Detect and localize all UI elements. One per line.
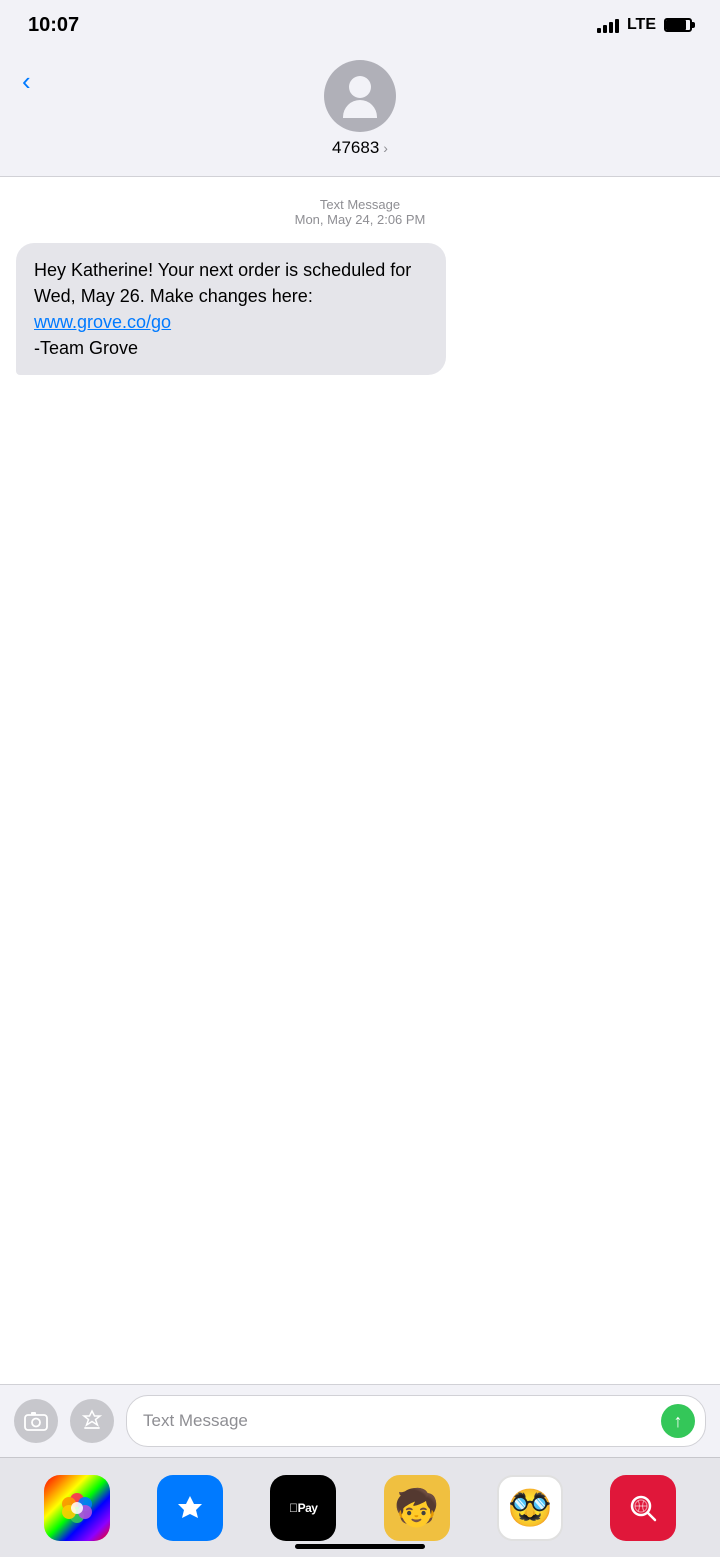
photos-icon-svg (57, 1488, 97, 1528)
send-arrow-icon: ↑ (674, 1412, 683, 1430)
camera-button[interactable] (14, 1399, 58, 1443)
dock-item-applepay[interactable]: Pay (270, 1475, 336, 1541)
send-button[interactable]: ↑ (661, 1404, 695, 1438)
bar3 (609, 22, 613, 33)
message-type-label: Text Message (16, 197, 704, 212)
dock: Pay 🧒 🥸 (0, 1457, 720, 1557)
photos-icon (44, 1475, 110, 1541)
bubble-row: Hey Katherine! Your next order is schedu… (16, 243, 704, 375)
input-toolbar: Text Message ↑ (0, 1384, 720, 1457)
home-indicator (295, 1544, 425, 1549)
bar2 (603, 25, 607, 33)
bar4 (615, 19, 619, 33)
contact-number-text: 47683 (332, 138, 379, 158)
sms-bubble: Hey Katherine! Your next order is schedu… (16, 243, 446, 375)
dock-item-appstore[interactable] (157, 1475, 223, 1541)
sms-link[interactable]: www.grove.co/go (34, 312, 171, 332)
avatar-body (343, 100, 377, 118)
dock-item-photos[interactable] (44, 1475, 110, 1541)
nav-header: ‹ 47683 › (0, 50, 720, 177)
search-icon (610, 1475, 676, 1541)
applepay-icon: Pay (270, 1475, 336, 1541)
back-button[interactable]: ‹ (22, 66, 31, 97)
message-date-label: Mon, May 24, 2:06 PM (16, 212, 704, 227)
status-icons: LTE (597, 16, 692, 34)
status-bar: 10:07 LTE (0, 0, 720, 50)
appstore-dock-svg (170, 1488, 210, 1528)
contact-avatar[interactable] (324, 60, 396, 132)
sms-text-part1: Hey Katherine! Your next order is schedu… (34, 260, 411, 306)
memoji2-emoji: 🥸 (508, 1487, 553, 1529)
lte-label: LTE (627, 16, 656, 34)
text-input-row[interactable]: Text Message ↑ (126, 1395, 706, 1447)
dock-item-memoji2[interactable]: 🥸 (497, 1475, 563, 1541)
chevron-right-icon: › (383, 140, 388, 156)
memoji1-icon: 🧒 (384, 1475, 450, 1541)
battery-icon (664, 18, 692, 32)
avatar-head (349, 76, 371, 98)
memoji1-emoji: 🧒 (394, 1487, 439, 1529)
dock-item-search[interactable] (610, 1475, 676, 1541)
appstore-dock-icon (157, 1475, 223, 1541)
appstore-icon (80, 1409, 104, 1433)
search-dock-svg (624, 1489, 662, 1527)
status-time: 10:07 (28, 14, 79, 37)
bar1 (597, 28, 601, 33)
sms-text-part2: -Team Grove (34, 338, 138, 358)
contact-number[interactable]: 47683 › (332, 138, 388, 158)
avatar-person-icon (340, 76, 380, 116)
battery-fill (666, 20, 686, 30)
applepay-label: Pay (289, 1501, 317, 1515)
text-message-input[interactable]: Text Message (143, 1411, 653, 1431)
signal-bars-icon (597, 17, 619, 33)
appstore-button[interactable] (70, 1399, 114, 1443)
message-meta: Text Message Mon, May 24, 2:06 PM (16, 197, 704, 227)
memoji2-icon: 🥸 (497, 1475, 563, 1541)
message-area: Text Message Mon, May 24, 2:06 PM Hey Ka… (0, 177, 720, 1077)
dock-item-memoji1[interactable]: 🧒 (384, 1475, 450, 1541)
camera-icon (24, 1411, 48, 1431)
